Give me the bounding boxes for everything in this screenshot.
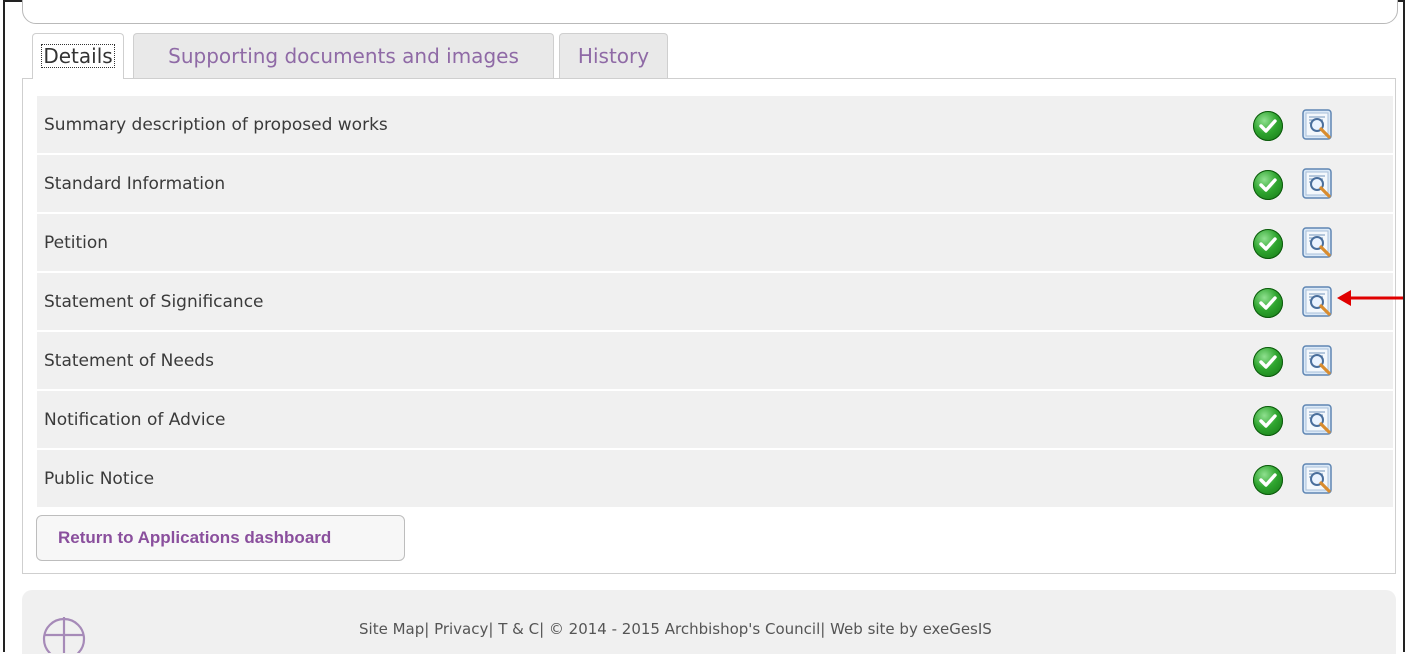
church-cross-logo-icon <box>42 617 86 653</box>
section-label: Petition <box>44 233 109 253</box>
section-row: Statement of Needs <box>37 332 1393 390</box>
footer-links: Site Map| Privacy| T & C| © 2014 - 2015 … <box>359 620 992 638</box>
check-circle-icon <box>1253 465 1283 495</box>
return-to-dashboard-button[interactable]: Return to Applications dashboard <box>36 515 405 561</box>
tab-supporting-documents[interactable]: Supporting documents and images <box>133 33 554 78</box>
section-row: Standard Information <box>37 155 1393 213</box>
footer-credit[interactable]: Web site by exeGesIS <box>830 620 992 638</box>
check-circle-icon <box>1253 229 1283 259</box>
footer-separator: | <box>488 620 499 638</box>
footer-link-privacy[interactable]: Privacy <box>434 620 488 638</box>
header-panel-edge <box>22 0 1398 24</box>
footer-link-site-map[interactable]: Site Map <box>359 620 424 638</box>
document-magnifier-icon[interactable] <box>1301 462 1335 496</box>
document-magnifier-icon[interactable] <box>1301 403 1335 437</box>
check-circle-icon <box>1253 406 1283 436</box>
check-circle-icon <box>1253 170 1283 200</box>
section-row: Petition <box>37 214 1393 272</box>
section-label: Notification of Advice <box>44 410 226 430</box>
document-magnifier-icon[interactable] <box>1301 108 1335 142</box>
document-magnifier-icon[interactable] <box>1301 344 1335 378</box>
footer-link-terms[interactable]: T & C <box>498 620 539 638</box>
section-label: Statement of Needs <box>44 351 214 371</box>
section-list: Summary description of proposed works Sta… <box>37 96 1393 509</box>
section-label: Public Notice <box>44 469 155 489</box>
check-circle-icon <box>1253 288 1283 318</box>
section-row: Public Notice <box>37 450 1393 508</box>
footer-copyright: © 2014 - 2015 Archbishop's Council <box>548 620 821 638</box>
document-magnifier-icon[interactable] <box>1301 285 1335 319</box>
check-circle-icon <box>1253 111 1283 141</box>
tab-label: History <box>577 44 650 68</box>
tab-label: Supporting documents and images <box>168 44 519 68</box>
tab-history[interactable]: History <box>559 33 668 78</box>
check-circle-icon <box>1253 347 1283 377</box>
document-magnifier-icon[interactable] <box>1301 167 1335 201</box>
footer-separator: | <box>820 620 831 638</box>
tab-label: Details <box>41 44 115 68</box>
section-label: Statement of Significance <box>44 292 264 312</box>
section-row: Statement of Significance <box>37 273 1393 331</box>
tab-details[interactable]: Details <box>32 33 124 79</box>
section-row: Summary description of proposed works <box>37 96 1393 154</box>
section-row: Notification of Advice <box>37 391 1393 449</box>
red-arrow-left-icon <box>1337 290 1403 306</box>
document-magnifier-icon[interactable] <box>1301 226 1335 260</box>
section-label: Standard Information <box>44 174 226 194</box>
footer-separator: | <box>539 620 549 638</box>
section-label: Summary description of proposed works <box>44 115 388 135</box>
site-footer: Site Map| Privacy| T & C| © 2014 - 2015 … <box>22 590 1396 654</box>
footer-separator: | <box>424 620 435 638</box>
